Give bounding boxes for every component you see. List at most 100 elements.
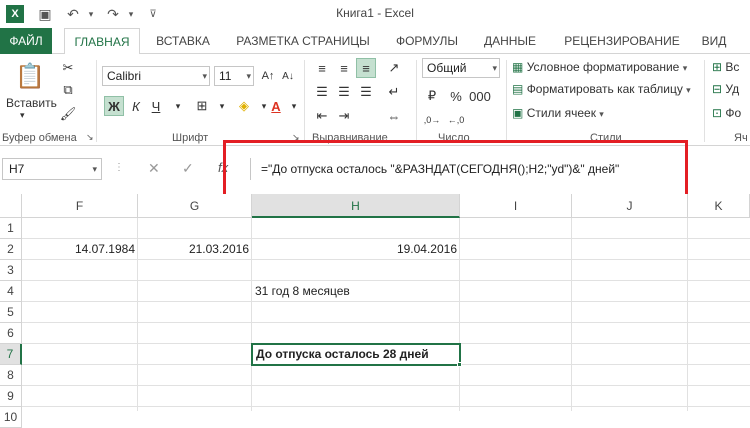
- chevron-down-icon: ▾: [492, 63, 497, 73]
- cell-f2[interactable]: 14.07.1984: [22, 239, 138, 260]
- divider: [304, 60, 305, 142]
- title-bar: X ▣ ↶ ▾ ↷ ▾ ⊽ Книга1 - Excel: [0, 0, 750, 28]
- divider: [704, 60, 705, 142]
- align-middle-icon[interactable]: ≡: [334, 58, 354, 78]
- cut-icon[interactable]: ✂: [58, 58, 78, 78]
- clipboard-launcher-icon[interactable]: ↘: [86, 132, 94, 143]
- wrap-text-icon[interactable]: ↵: [384, 82, 404, 102]
- col-header-h[interactable]: H: [252, 194, 460, 218]
- divider: [506, 60, 507, 142]
- format-table-label: Форматировать как таблицу: [526, 82, 683, 96]
- conditional-format-icon: ▦: [512, 60, 524, 74]
- align-center-icon[interactable]: ☰: [334, 82, 354, 102]
- format-table-button[interactable]: ▤ Форматировать как таблицу ▾: [512, 82, 691, 96]
- chevron-down-icon: ▾: [599, 109, 604, 119]
- decrease-indent-icon[interactable]: ⇤: [312, 106, 332, 126]
- font-name-combo[interactable]: Calibri ▾: [102, 66, 210, 86]
- align-right-icon[interactable]: ☰: [356, 82, 376, 102]
- underline-button[interactable]: Ч: [146, 96, 166, 116]
- row-header-3[interactable]: 3: [0, 260, 22, 281]
- cell-h2[interactable]: 19.04.2016: [252, 239, 460, 260]
- align-left-icon[interactable]: ☰: [312, 82, 332, 102]
- format-cells-label: Фо: [725, 106, 742, 120]
- col-header-i[interactable]: I: [460, 194, 572, 218]
- decrease-font-icon[interactable]: A↓: [278, 66, 298, 86]
- row-header-4[interactable]: 4: [0, 281, 22, 302]
- align-bottom-icon[interactable]: ≡: [356, 58, 376, 78]
- tab-data[interactable]: ДАННЫЕ: [476, 28, 544, 54]
- col-header-k[interactable]: K: [688, 194, 750, 218]
- underline-dropdown-icon[interactable]: ▾: [168, 96, 188, 116]
- fill-color-icon[interactable]: ◈: [234, 96, 254, 116]
- window-title: Книга1 - Excel: [336, 6, 414, 20]
- decrease-decimal-icon[interactable]: ←,0: [446, 110, 466, 130]
- tab-page-layout[interactable]: РАЗМЕТКА СТРАНИЦЫ: [228, 28, 378, 54]
- conditional-format-button[interactable]: ▦ Условное форматирование ▾: [512, 60, 687, 74]
- col-header-f[interactable]: F: [22, 194, 138, 218]
- worksheet-grid: F G H I J K 1 2 3 4 5 6 7 8 9 10 14.07.1…: [0, 194, 750, 428]
- cell-styles-label: Стили ячеек: [526, 106, 596, 120]
- number-format-combo[interactable]: Общий ▾: [422, 58, 500, 78]
- borders-icon[interactable]: ⊞: [192, 96, 212, 116]
- tab-home[interactable]: ГЛАВНАЯ: [64, 28, 140, 55]
- enter-icon[interactable]: ✓: [182, 160, 194, 177]
- divider: [416, 60, 417, 142]
- cell-h4[interactable]: 31 год 8 месяцев: [252, 281, 460, 302]
- cells-group-label: Яч: [734, 132, 748, 144]
- tab-review[interactable]: РЕЦЕНЗИРОВАНИЕ: [556, 28, 688, 54]
- cell-styles-button[interactable]: ▣ Стили ячеек ▾: [512, 106, 604, 120]
- ribbon-tabs: ФАЙЛ ГЛАВНАЯ ВСТАВКА РАЗМЕТКА СТРАНИЦЫ Ф…: [0, 28, 750, 55]
- select-all-corner[interactable]: [0, 194, 22, 218]
- fill-handle[interactable]: [457, 362, 462, 367]
- row-header-9[interactable]: 9: [0, 386, 22, 407]
- insert-cells-button[interactable]: ⊞ Вс: [712, 60, 739, 74]
- paste-icon[interactable]: 📋: [14, 60, 46, 92]
- delete-cells-button[interactable]: ⊟ Уд: [712, 82, 739, 96]
- cancel-icon[interactable]: ✕: [148, 160, 160, 177]
- row-header-2[interactable]: 2: [0, 239, 22, 260]
- font-color-dropdown-icon[interactable]: ▾: [284, 96, 304, 116]
- paste-dropdown-icon[interactable]: ▾: [20, 110, 25, 121]
- ribbon: 📋 Вставить ▾ ✂ ⧉ 🖌 Буфер обмена ↘ Calibr…: [0, 54, 750, 146]
- row-header-8[interactable]: 8: [0, 365, 22, 386]
- delete-cells-icon: ⊟: [712, 82, 723, 96]
- divider: [96, 60, 97, 142]
- row-header-1[interactable]: 1: [0, 218, 22, 239]
- font-color-icon[interactable]: A: [266, 96, 286, 116]
- copy-icon[interactable]: ⧉: [58, 80, 78, 100]
- row-header-5[interactable]: 5: [0, 302, 22, 323]
- comma-style-icon[interactable]: 000: [469, 86, 491, 106]
- increase-indent-icon[interactable]: ⇥: [334, 106, 354, 126]
- cell-h7[interactable]: До отпуска осталось 28 дней: [251, 343, 461, 366]
- currency-icon[interactable]: ₽: [422, 86, 442, 106]
- delete-cells-label: Уд: [725, 82, 740, 96]
- italic-button[interactable]: К: [126, 96, 146, 116]
- tab-formulas[interactable]: ФОРМУЛЫ: [386, 28, 468, 54]
- format-painter-icon[interactable]: 🖌: [58, 104, 78, 124]
- row-header-7[interactable]: 7: [0, 344, 22, 365]
- col-header-j[interactable]: J: [572, 194, 688, 218]
- col-header-g[interactable]: G: [138, 194, 252, 218]
- increase-font-icon[interactable]: A↑: [258, 66, 278, 86]
- percent-icon[interactable]: %: [446, 86, 466, 106]
- name-box[interactable]: H7 ▾: [2, 158, 102, 180]
- paste-button[interactable]: Вставить: [6, 96, 57, 110]
- row-header-6[interactable]: 6: [0, 323, 22, 344]
- format-cells-button[interactable]: ⊡ Фо: [712, 106, 741, 120]
- merge-icon[interactable]: ⇔: [384, 106, 404, 126]
- align-top-icon[interactable]: ≡: [312, 58, 332, 78]
- font-size-combo[interactable]: 11 ▾: [214, 66, 254, 86]
- chevron-down-icon: ▾: [202, 71, 207, 81]
- tab-view[interactable]: ВИД: [696, 28, 732, 54]
- orientation-icon[interactable]: ↗: [384, 58, 404, 78]
- chevron-down-icon: ▾: [682, 63, 688, 73]
- bold-button[interactable]: Ж: [104, 96, 124, 116]
- row-header-10[interactable]: 10: [0, 407, 22, 428]
- increase-decimal-icon[interactable]: ,0→: [422, 110, 442, 130]
- font-name-value: Calibri: [107, 69, 142, 83]
- cell-g2[interactable]: 21.03.2016: [138, 239, 252, 260]
- format-cells-icon: ⊡: [712, 106, 723, 120]
- tab-file[interactable]: ФАЙЛ: [0, 28, 52, 54]
- borders-dropdown-icon[interactable]: ▾: [212, 96, 232, 116]
- tab-insert[interactable]: ВСТАВКА: [148, 28, 218, 54]
